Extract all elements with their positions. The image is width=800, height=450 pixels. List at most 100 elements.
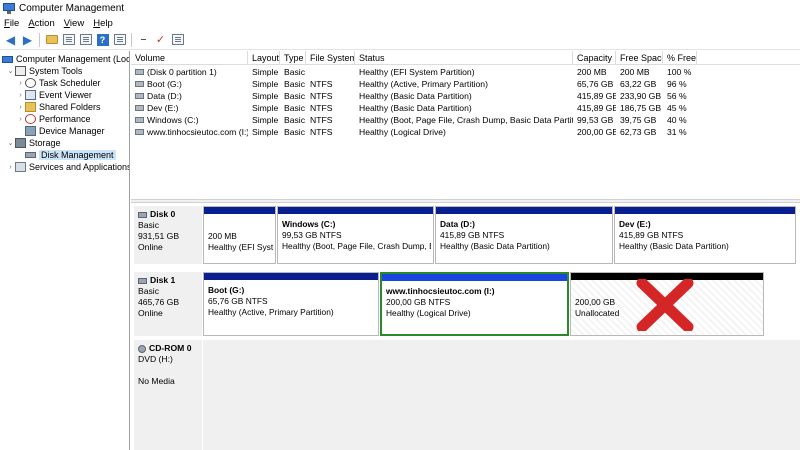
cell-file-system: NTFS	[310, 79, 333, 89]
up-folder-icon[interactable]	[44, 32, 59, 47]
tree-item-system-tools[interactable]: ⌄ System Tools	[6, 65, 82, 77]
list-view-icon[interactable]	[112, 32, 127, 47]
menu-view[interactable]: View	[64, 18, 84, 29]
tree-item-task-scheduler[interactable]: › Task Scheduler	[16, 77, 101, 89]
volume-icon	[135, 93, 144, 99]
expand-chevron-icon[interactable]: ›	[16, 104, 25, 111]
disk-icon	[25, 152, 36, 158]
disk-graphical-view: Disk 0 Basic 931,51 GB Online 200 MB Hea…	[131, 203, 800, 450]
expand-chevron-icon[interactable]: ›	[16, 92, 25, 99]
toolbar-separator	[39, 32, 40, 47]
cell-type: Basic	[284, 127, 306, 137]
forward-arrow-icon[interactable]: ▶	[20, 32, 35, 47]
table-row[interactable]: (Disk 0 partition 1) Simple Basic Healthy (…	[131, 66, 800, 78]
red-x-mark-icon	[636, 279, 694, 331]
cell-volume: Boot (G:)	[131, 78, 248, 90]
clock-icon	[25, 78, 36, 88]
cell-free-space: 62,73 GB	[620, 127, 657, 137]
cdrom-0-label[interactable]: CD-ROM 0 DVD (H:) No Media	[134, 340, 202, 450]
disk-0-label[interactable]: Disk 0 Basic 931,51 GB Online	[134, 206, 202, 264]
settings-list-icon[interactable]	[170, 32, 185, 47]
disk-1-label[interactable]: Disk 1 Basic 465,76 GB Online	[134, 272, 202, 336]
cell-layout: Simple	[252, 67, 279, 77]
partition-windows-c[interactable]: Windows (C:) 99,53 GB NTFS Healthy (Boot…	[277, 206, 434, 264]
column-header-percent-free[interactable]: % Free	[663, 51, 697, 65]
disk-icon	[138, 277, 147, 284]
column-header-status[interactable]: Status	[355, 51, 573, 65]
table-row[interactable]: www.tinhocsieutoc.com (I:) Simple Basic NTF…	[131, 126, 800, 138]
menu-action[interactable]: Action	[28, 18, 54, 29]
tree-item-disk-management[interactable]: Disk Management	[16, 149, 116, 161]
navigation-tree: Computer Management (Local ⌄ System Tool…	[0, 51, 130, 450]
partition-data-d[interactable]: Data (D:) 415,89 GB NTFS Healthy (Basic …	[435, 206, 613, 264]
disk-icon	[138, 211, 147, 218]
tree-item-storage[interactable]: ⌄ Storage	[6, 137, 61, 149]
tree-item-shared-folders[interactable]: › Shared Folders	[16, 101, 101, 113]
cell-percent-free: 100 %	[667, 67, 692, 77]
column-header-free-space[interactable]: Free Space	[616, 51, 663, 65]
window-title: Computer Management	[19, 2, 125, 14]
tree-item-event-viewer[interactable]: › Event Viewer	[16, 89, 92, 101]
cell-free-space: 39,75 GB	[620, 115, 657, 125]
volume-list-header: Volume Layout Type File System Status Ca…	[131, 51, 800, 65]
cell-free-space: 233,90 GB	[620, 91, 662, 101]
services-icon	[15, 162, 26, 172]
partition-boot-g[interactable]: Boot (G:) 65,76 GB NTFS Healthy (Active,…	[203, 272, 379, 336]
expand-chevron-icon[interactable]: ›	[16, 116, 25, 123]
partition-tinhocsieutoc-i[interactable]: www.tinhocsieutoc.com (I:) 200,00 GB NTF…	[380, 272, 569, 336]
cell-capacity: 415,89 GB	[577, 91, 616, 101]
cell-percent-free: 56 %	[667, 91, 687, 101]
column-header-file-system[interactable]: File System	[306, 51, 355, 65]
cell-free-space: 186,75 GB	[620, 103, 662, 113]
collapse-chevron-icon[interactable]: ⌄	[6, 67, 15, 75]
connect-icon[interactable]: ⎯	[136, 32, 151, 47]
computer-icon	[2, 55, 13, 63]
cell-layout: Simple	[252, 91, 279, 101]
help-icon[interactable]: ?	[95, 32, 110, 47]
table-row[interactable]: Dev (E:) Simple Basic NTFS Healthy (Basic Da…	[131, 102, 800, 114]
cell-type: Basic	[284, 91, 306, 101]
cell-percent-free: 40 %	[667, 115, 687, 125]
volume-icon	[135, 69, 144, 75]
cell-capacity: 200 MB	[577, 67, 607, 77]
cdrom-icon	[138, 344, 146, 353]
table-row[interactable]: Data (D:) Simple Basic NTFS Healthy (Basic D…	[131, 90, 800, 102]
properties-icon[interactable]	[78, 32, 93, 47]
table-row[interactable]: Boot (G:) Simple Basic NTFS Healthy (Active,…	[131, 78, 800, 90]
cdrom-empty-area	[203, 340, 800, 450]
storage-icon	[15, 138, 26, 148]
check-icon[interactable]: ✓	[153, 32, 168, 47]
partition-dev-e[interactable]: Dev (E:) 415,89 GB NTFS Healthy (Basic D…	[614, 206, 796, 264]
column-header-layout[interactable]: Layout	[248, 51, 280, 65]
tree-root-computer-management[interactable]: Computer Management (Local	[2, 53, 129, 65]
volume-list: Volume Layout Type File System Status Ca…	[131, 51, 800, 199]
partition-efi[interactable]: 200 MB Healthy (EFI Syste	[203, 206, 276, 264]
cell-free-space: 200 MB	[620, 67, 650, 77]
cell-layout: Simple	[252, 127, 279, 137]
back-arrow-icon[interactable]: ◀	[3, 32, 18, 47]
cell-layout: Simple	[252, 79, 279, 89]
column-header-capacity[interactable]: Capacity	[573, 51, 616, 65]
volume-icon	[135, 81, 144, 87]
expand-chevron-icon[interactable]: ›	[6, 164, 15, 171]
menu-file[interactable]: File	[4, 18, 19, 29]
tree-item-services-and-applications[interactable]: › Services and Applications	[6, 161, 129, 173]
column-header-volume[interactable]: Volume	[131, 51, 248, 65]
cell-status: Healthy (Basic Data Partition)	[359, 91, 472, 101]
collapse-chevron-icon[interactable]: ⌄	[6, 139, 15, 147]
toolbar: ◀ ▶ ? ⎯ ✓	[0, 30, 800, 50]
tree-item-device-manager[interactable]: Device Manager	[16, 125, 105, 137]
cell-type: Basic	[284, 115, 306, 125]
volume-icon	[135, 117, 144, 123]
column-header-type[interactable]: Type	[280, 51, 306, 65]
cell-percent-free: 96 %	[667, 79, 687, 89]
tree-item-performance[interactable]: › Performance	[16, 113, 91, 125]
table-row[interactable]: Windows (C:) Simple Basic NTFS Healthy (Boot…	[131, 114, 800, 126]
cell-status: Healthy (Logical Drive)	[359, 127, 446, 137]
show-hide-tree-icon[interactable]	[61, 32, 76, 47]
cell-capacity: 65,76 GB	[577, 79, 614, 89]
cell-file-system	[306, 66, 355, 78]
menu-help[interactable]: Help	[93, 18, 113, 29]
cell-layout: Simple	[252, 103, 279, 113]
expand-chevron-icon[interactable]: ›	[16, 80, 25, 87]
